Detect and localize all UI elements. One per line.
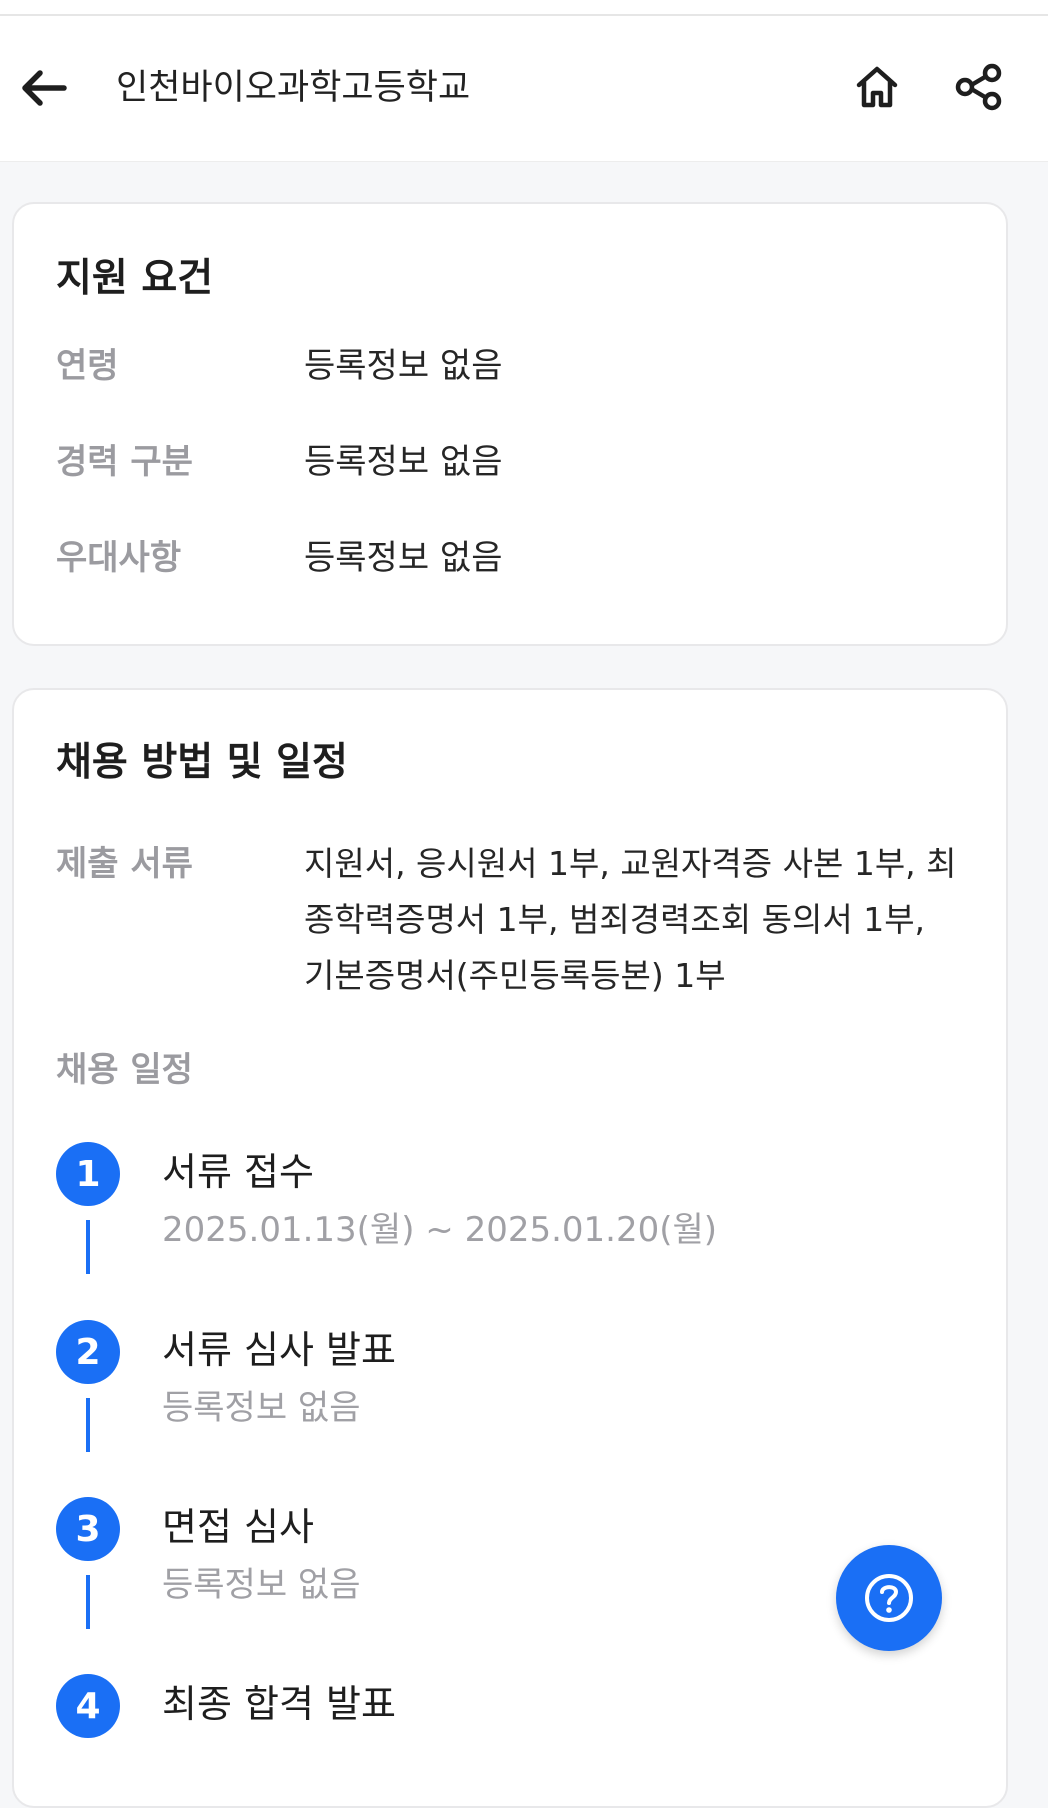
step-connector xyxy=(86,1398,90,1452)
age-label: 연령 xyxy=(56,346,119,386)
requirements-title: 지원 요건 xyxy=(56,256,214,301)
back-button[interactable] xyxy=(14,58,74,118)
step-number-badge: 1 xyxy=(56,1142,120,1206)
schedule-label: 채용 일정 xyxy=(56,1050,193,1090)
requirements-card: 지원 요건 연령 등록정보 없음 경력 구분 등록정보 없음 우대사항 등록정보… xyxy=(12,202,1008,646)
step-title: 서류 접수 xyxy=(162,1150,314,1194)
step-number-badge: 2 xyxy=(56,1320,120,1384)
step-number-badge: 3 xyxy=(56,1497,120,1561)
step-title: 최종 합격 발표 xyxy=(162,1682,396,1726)
step-date: 등록정보 없음 xyxy=(162,1565,361,1605)
step-number-badge: 4 xyxy=(56,1674,120,1738)
career-type-label: 경력 구분 xyxy=(56,442,193,482)
preference-label: 우대사항 xyxy=(56,538,182,578)
step-title: 면접 심사 xyxy=(162,1505,314,1549)
help-icon xyxy=(865,1574,913,1622)
documents-value: 지원서, 응시원서 1부, 교원자격증 사본 1부, 최 종학력증명서 1부, … xyxy=(304,836,974,1004)
status-bar-divider xyxy=(0,0,1048,16)
age-value: 등록정보 없음 xyxy=(304,346,503,386)
step-connector xyxy=(86,1575,90,1629)
share-icon xyxy=(955,63,1002,111)
home-button[interactable] xyxy=(846,56,908,118)
career-type-value: 등록정보 없음 xyxy=(304,442,503,482)
home-icon xyxy=(856,66,898,108)
documents-line: 종학력증명서 1부, 범죄경력조회 동의서 1부, xyxy=(304,900,926,939)
step-date: 2025.01.13(월) ~ 2025.01.20(월) xyxy=(162,1210,718,1250)
page-title: 인천바이오과학고등학교 xyxy=(116,68,471,108)
step-connector xyxy=(86,1220,90,1274)
help-button[interactable] xyxy=(836,1545,942,1651)
step-date: 등록정보 없음 xyxy=(162,1388,361,1428)
documents-line: 기본증명서(주민등록등본) 1부 xyxy=(304,956,726,995)
preference-value: 등록정보 없음 xyxy=(304,538,503,578)
share-button[interactable] xyxy=(948,56,1010,118)
documents-line: 지원서, 응시원서 1부, 교원자격증 사본 1부, 최 xyxy=(304,844,957,883)
arrow-left-icon xyxy=(22,70,67,106)
app-header: 인천바이오과학고등학교 xyxy=(0,16,1048,162)
documents-label: 제출 서류 xyxy=(56,844,193,884)
step-title: 서류 심사 발표 xyxy=(162,1328,396,1372)
hiring-title: 채용 방법 및 일정 xyxy=(56,740,348,785)
